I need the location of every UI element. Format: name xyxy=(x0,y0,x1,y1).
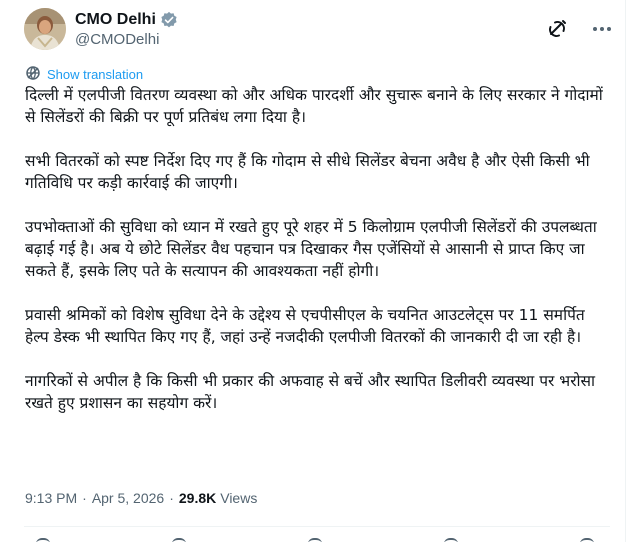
bookmark-icon[interactable] xyxy=(444,538,458,542)
repost-icon[interactable] xyxy=(172,538,186,542)
reply-icon[interactable] xyxy=(36,538,50,542)
avatar-image xyxy=(24,8,66,50)
globe-icon xyxy=(25,65,41,85)
grok-icon[interactable] xyxy=(546,18,568,40)
meta-separator: · xyxy=(82,490,87,506)
tweet-card: CMO Delhi @CMODelhi Show translation दिल… xyxy=(0,0,626,542)
tweet-time[interactable]: 9:13 PM xyxy=(25,488,77,508)
tweet-text: दिल्ली में एलपीजी वितरण व्यवस्था को और अ… xyxy=(25,84,605,414)
action-bar xyxy=(24,536,610,542)
divider xyxy=(24,526,610,527)
views-label: Views xyxy=(220,490,258,506)
show-translation-label: Show translation xyxy=(47,67,144,82)
tweet-header: CMO Delhi @CMODelhi xyxy=(24,8,611,52)
like-icon[interactable] xyxy=(308,538,322,542)
tweet-paragraph: दिल्ली में एलपीजी वितरण व्यवस्था को और अ… xyxy=(25,86,603,126)
tweet-paragraph: नागरिकों से अपील है कि किसी भी प्रकार की… xyxy=(25,372,596,412)
tweet-paragraph: प्रवासी श्रमिकों को विशेष सुविधा देने के… xyxy=(25,306,585,346)
tweet-paragraph: उपभोक्ताओं की सुविधा को ध्यान में रखते ह… xyxy=(25,218,597,280)
share-icon[interactable] xyxy=(580,538,594,542)
tweet-date[interactable]: Apr 5, 2026 xyxy=(92,488,164,508)
user-handle[interactable]: @CMODelhi xyxy=(75,31,159,49)
verified-badge-icon xyxy=(160,11,178,29)
display-name[interactable]: CMO Delhi xyxy=(75,10,156,30)
tweet-meta: 9:13 PM · Apr 5, 2026 · 29.8K Views xyxy=(25,488,257,508)
meta-separator: · xyxy=(169,490,174,506)
tweet-paragraph: सभी वितरकों को स्पष्ट निर्देश दिए गए हैं… xyxy=(25,152,590,192)
views-count[interactable]: 29.8K xyxy=(179,488,216,508)
name-row: CMO Delhi xyxy=(75,10,178,30)
more-options-icon[interactable] xyxy=(590,17,614,41)
show-translation-button[interactable]: Show translation xyxy=(25,66,143,84)
avatar[interactable] xyxy=(24,8,66,50)
